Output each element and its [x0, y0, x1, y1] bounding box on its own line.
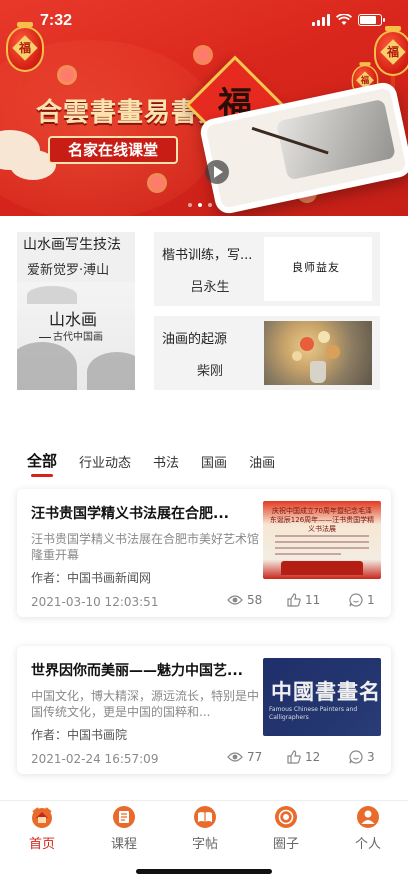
calligraphy-text: 良师益友	[292, 261, 340, 274]
status-bar: 7:32	[0, 0, 408, 44]
thumbnail-title: 山水画	[49, 310, 98, 329]
brand-subtitle: Famous Chinese Painters and Calligrapher…	[269, 706, 358, 721]
view-count: 58	[227, 593, 262, 607]
course-icon	[113, 806, 135, 828]
nav-circle-label: 圈子	[272, 837, 299, 852]
tab-all[interactable]: 全部	[27, 450, 57, 477]
like-count-value: 12	[305, 750, 321, 764]
nav-circle[interactable]: 圈子	[256, 805, 316, 852]
article-thumbnail: 庆祝中国成立70周年暨纪念毛泽东诞辰126周年——汪书贵国学精义书法展	[263, 501, 381, 579]
view-count-value: 77	[247, 750, 263, 764]
article-title: 汪书贵国学精义书法展在合肥...	[31, 506, 229, 522]
comment-count-value: 3	[367, 750, 375, 764]
article-author: 作者：中国书画院	[31, 728, 128, 742]
eye-icon	[227, 752, 243, 762]
wifi-icon	[336, 14, 352, 25]
comment-button[interactable]: 3	[349, 750, 375, 764]
flower-decoration	[150, 176, 164, 190]
nav-home[interactable]: 首页	[12, 805, 72, 852]
article-thumbnail: 中國書畫名家 Famous Chinese Painters and Calli…	[263, 658, 381, 736]
lantern-right-glyph: 福	[386, 45, 399, 59]
nav-home-label: 首页	[28, 837, 55, 852]
play-icon[interactable]	[205, 160, 229, 184]
category-tabs: 全部 行业动态 书法 国画 油画	[27, 450, 297, 477]
comment-icon	[349, 593, 363, 607]
carousel-indicator	[188, 203, 212, 207]
thumbs-up-icon	[287, 750, 301, 764]
article-date: 2021-03-10 12:03:51	[31, 595, 159, 609]
view-count-value: 58	[247, 593, 263, 607]
banner-carousel[interactable]: 7:32 福 福 福 合雲書畫易書秀 名家在线课堂 福	[0, 0, 408, 216]
featured-course-thumbnail: 山水画 古代中国画	[17, 282, 135, 390]
eye-icon	[227, 595, 243, 605]
like-count-value: 11	[305, 593, 321, 607]
article-author: 作者：中国书画新闻网	[31, 571, 152, 585]
carousel-dot	[188, 203, 192, 207]
gate-decoration	[281, 561, 363, 575]
article-card[interactable]: 汪书贵国学精义书法展在合肥... 汪书贵国学精义书法展在合肥市美好艺术馆隆重开幕…	[17, 489, 391, 617]
tab-oil-painting[interactable]: 油画	[249, 450, 275, 476]
nav-course[interactable]: 课程	[94, 805, 154, 852]
poster-title: 庆祝中国成立70周年暨纪念毛泽东诞辰126周年——汪书贵国学精义书法展	[269, 507, 375, 533]
comment-button[interactable]: 1	[349, 593, 375, 607]
article-date: 2021-02-24 16:57:09	[31, 752, 159, 766]
signal-icon	[312, 14, 330, 26]
oil-painting-thumbnail	[264, 321, 372, 385]
featured-course-title: 山水画写生技法	[23, 237, 121, 253]
circle-icon	[275, 806, 297, 828]
article-summary: 汪书贵国学精义书法展在合肥市美好艺术馆隆重开幕	[31, 532, 259, 562]
article-summary: 中国文化，博大精深，源远流长，特别是中国传统文化，更是中国的国粹和...	[31, 689, 259, 719]
battery-icon	[358, 14, 385, 26]
brand-title: 中國書畫名家	[271, 679, 381, 704]
article-title: 世界因你而美丽——魅力中国艺...	[31, 663, 243, 679]
nav-course-label: 课程	[110, 837, 137, 852]
carousel-dot-active	[198, 203, 202, 207]
copybook-icon	[194, 806, 216, 828]
tab-industry-news[interactable]: 行业动态	[79, 450, 131, 476]
profile-icon	[357, 806, 379, 828]
comment-icon	[349, 750, 363, 764]
featured-course-card[interactable]: 油画的起源 柴刚	[154, 316, 380, 390]
flower-decoration	[196, 48, 210, 62]
nav-copybook[interactable]: 字帖	[175, 805, 235, 852]
featured-card-author: 柴刚	[196, 364, 223, 379]
status-icons	[312, 14, 385, 26]
like-button[interactable]: 12	[287, 750, 320, 764]
featured-card-title: 楷书训练，写...	[162, 248, 253, 263]
calligraphy-thumbnail: 良师益友	[264, 237, 372, 301]
nav-copybook-label: 字帖	[191, 837, 218, 852]
tab-calligraphy[interactable]: 书法	[153, 450, 179, 476]
comment-count-value: 1	[367, 593, 375, 607]
home-icon	[32, 807, 52, 828]
thumbnail-subtitle: 古代中国画	[39, 328, 103, 343]
nav-profile[interactable]: 个人	[338, 805, 398, 852]
tab-chinese-painting[interactable]: 国画	[201, 450, 227, 476]
status-time: 7:32	[40, 12, 73, 29]
view-count: 77	[227, 750, 262, 764]
featured-course-left[interactable]: 山水画写生技法 爱新觉罗·溥山 山水画 古代中国画	[17, 232, 135, 390]
flower-decoration	[60, 68, 74, 82]
banner-subtitle: 名家在线课堂	[48, 136, 178, 164]
featured-course-author: 爱新觉罗·溥山	[27, 263, 110, 278]
like-button[interactable]: 11	[287, 593, 320, 607]
featured-card-author: 吕永生	[190, 280, 230, 295]
article-card[interactable]: 世界因你而美丽——魅力中国艺... 中国文化，博大精深，源远流长，特别是中国传统…	[17, 646, 391, 774]
carousel-dot	[208, 203, 212, 207]
featured-course-card[interactable]: 楷书训练，写... 吕永生 良师益友	[154, 232, 380, 306]
nav-profile-label: 个人	[354, 837, 381, 852]
featured-card-title: 油画的起源	[162, 332, 228, 347]
home-indicator[interactable]	[136, 869, 272, 874]
thumbs-up-icon	[287, 593, 301, 607]
